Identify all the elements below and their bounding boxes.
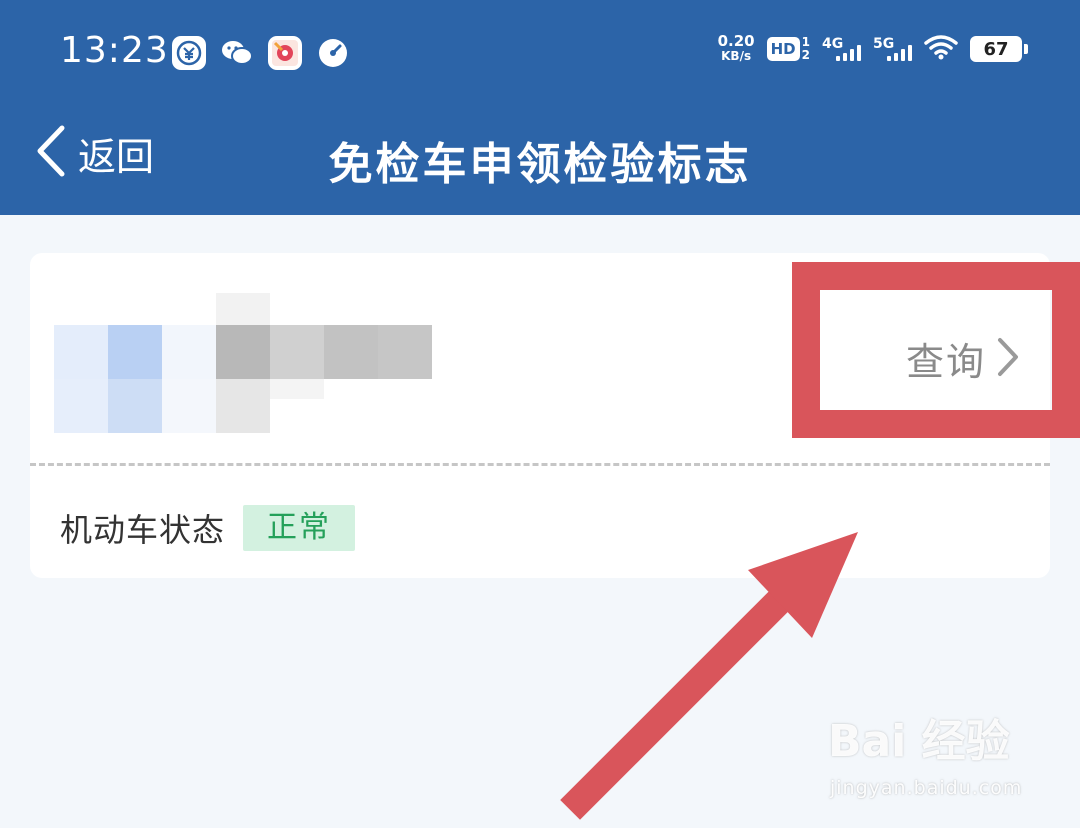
- app-screen: 13:23 0.20 KB/s HD 1 2 4G 5G 67 返回 免检车申领…: [0, 0, 1080, 828]
- watermark-url: jingyan.baidu.com: [830, 777, 1023, 799]
- annotation-arrow-icon: [560, 532, 858, 820]
- baidu-jingyan-watermark: Bai 经验 jingyan.baidu.com: [828, 705, 1038, 815]
- watermark-main-text: Bai 经验: [828, 716, 1010, 767]
